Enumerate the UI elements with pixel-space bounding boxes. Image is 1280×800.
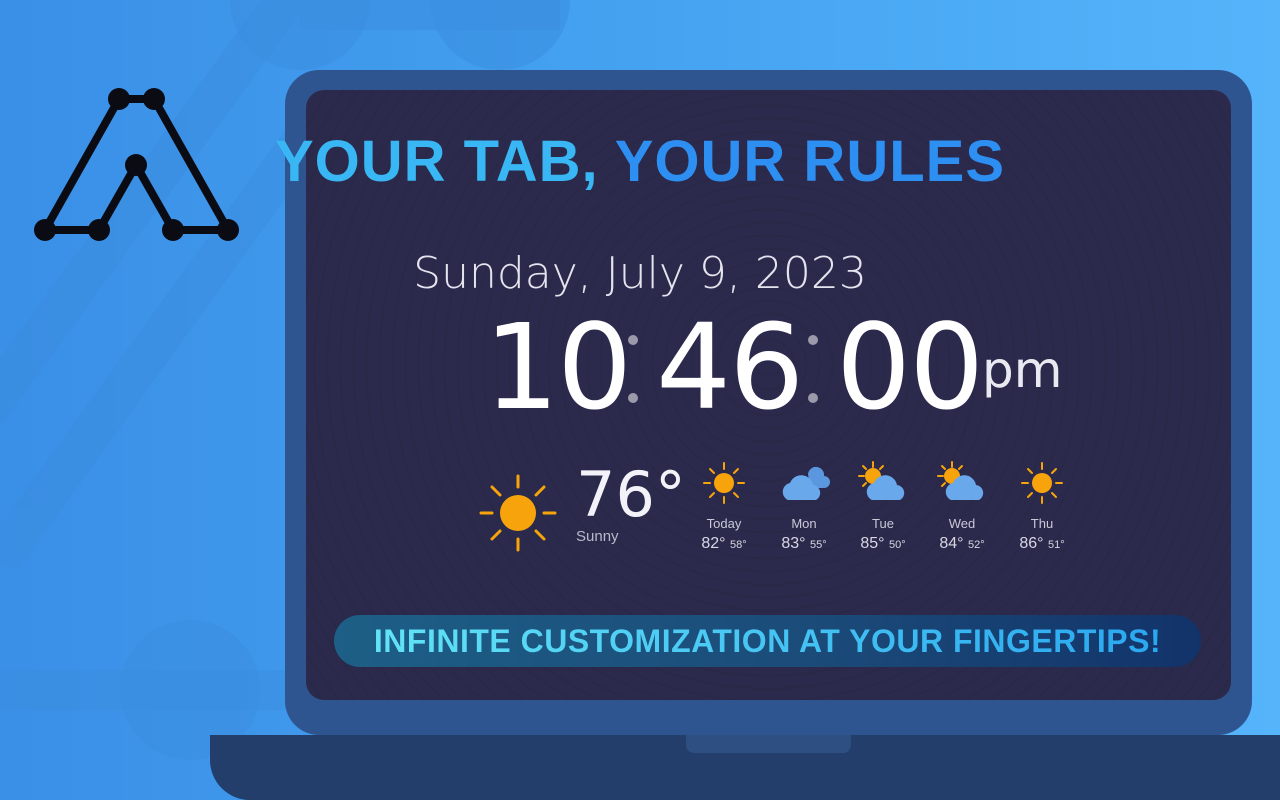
headline-part2: YOUR RULES xyxy=(614,129,1006,194)
laptop-notch xyxy=(686,735,851,753)
current-temperature: 76° xyxy=(576,458,686,531)
clock-hours: 10 xyxy=(484,298,632,436)
current-condition: Sunny xyxy=(576,528,619,545)
forecast-high: 84° xyxy=(939,535,964,552)
headline-part1: YOUR TAB, xyxy=(274,129,599,194)
forecast-day: Today 82° 58° xyxy=(684,460,764,553)
sun-icon xyxy=(1021,462,1063,504)
forecast-day-name: Wed xyxy=(948,516,976,531)
forecast-low: 51° xyxy=(1048,539,1065,551)
promo-banner: INFINITE CUSTOMIZATION AT YOUR FINGERTIP… xyxy=(334,615,1201,667)
clock-minutes: 46 xyxy=(656,298,804,436)
forecast-day-name: Tue xyxy=(872,516,894,531)
forecast-day-name: Today xyxy=(706,516,742,531)
forecast-low: 58° xyxy=(730,539,747,551)
clock-separator-dot xyxy=(628,335,638,345)
cloud-icon xyxy=(782,466,830,500)
clock-ampm: pm xyxy=(982,341,1063,399)
forecast-high: 83° xyxy=(781,535,806,552)
forecast-high: 85° xyxy=(860,535,885,552)
forecast-day: Mon 83° 55° xyxy=(764,460,844,553)
forecast-low: 50° xyxy=(889,539,906,551)
date-display: Sunday, July 9, 2023 xyxy=(413,248,867,299)
partly-cloudy-icon xyxy=(858,461,905,500)
forecast-day-name: Thu xyxy=(1030,516,1054,531)
forecast-high: 86° xyxy=(1019,535,1044,552)
sun-icon xyxy=(703,462,745,504)
clock-separator-dot xyxy=(808,335,818,345)
headline: YOUR TAB, YOUR RULES xyxy=(0,128,1280,195)
forecast-high: 82° xyxy=(701,535,726,552)
promo-banner-text: INFINITE CUSTOMIZATION AT YOUR FINGERTIP… xyxy=(373,623,1162,659)
forecast-day: Wed 84° 52° xyxy=(922,460,1002,553)
forecast-day: Thu 86° 51° xyxy=(1002,460,1082,553)
forecast-day: Tue 85° 50° xyxy=(843,460,923,553)
clock-separator-dot xyxy=(808,393,818,403)
forecast-day-name: Mon xyxy=(791,516,817,531)
clock-separator-dot xyxy=(628,393,638,403)
partly-cloudy-icon xyxy=(937,461,984,500)
forecast-low: 52° xyxy=(968,539,985,551)
clock-seconds: 00 xyxy=(836,298,984,436)
sun-icon xyxy=(479,474,557,552)
forecast-low: 55° xyxy=(810,539,827,551)
